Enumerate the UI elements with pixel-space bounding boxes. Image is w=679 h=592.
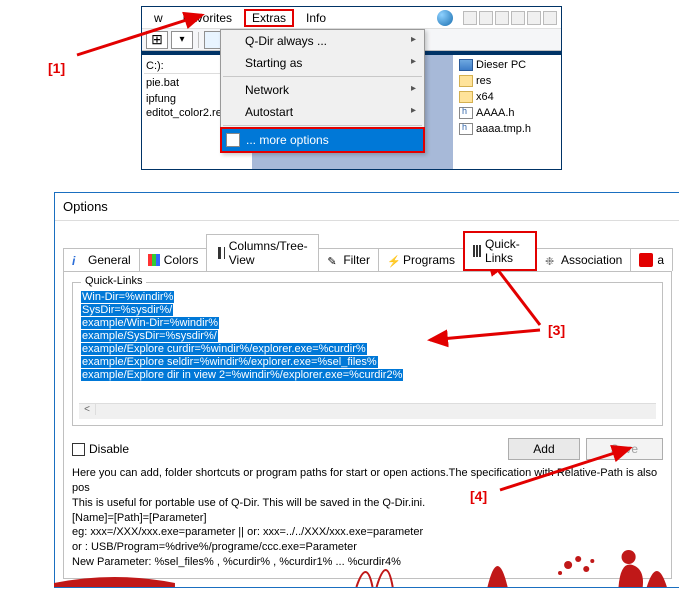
group-legend: Quick-Links <box>81 275 146 287</box>
ql-line[interactable]: Win-Dir=%windir% <box>81 291 174 303</box>
menuitem-more-options[interactable]: ... more options <box>220 127 425 153</box>
ql-line[interactable]: example/Win-Dir=%windir% <box>81 317 219 329</box>
qdir-main-window: w Favorites Extras Info ▾ Q-Dir always .… <box>141 6 562 170</box>
list-item[interactable]: AAAA.h <box>457 105 561 121</box>
ql-line[interactable]: example/SysDir=%sysdir%/ <box>81 330 218 342</box>
programs-icon <box>387 254 399 266</box>
toolbar-icon[interactable] <box>463 11 477 25</box>
columns-icon <box>215 247 224 259</box>
association-icon <box>545 254 557 266</box>
layout-grid-button[interactable] <box>146 31 168 49</box>
options-tabbar: General Colors Columns/Tree-View Filter … <box>63 231 672 271</box>
disable-checkbox[interactable]: Disable <box>72 442 129 456</box>
buttons-row: Disable Add Save <box>72 434 663 464</box>
toolbar-icon[interactable] <box>543 11 557 25</box>
menu-favorites[interactable]: Favorites <box>175 9 240 27</box>
folder-icon <box>459 91 473 103</box>
hfile-icon <box>459 107 473 119</box>
annotation-flag-1: [1] <box>48 60 65 76</box>
toolbar-icon[interactable] <box>495 11 509 25</box>
tab-association[interactable]: Association <box>536 248 631 271</box>
tab-extra[interactable]: a <box>630 248 673 271</box>
menu-info[interactable]: Info <box>298 9 334 27</box>
ql-line[interactable]: SysDir=%sysdir%/ <box>81 304 173 316</box>
menu-separator <box>223 76 422 77</box>
horizontal-scrollbar[interactable] <box>79 403 656 419</box>
annotation-flag-3: [3] <box>548 322 565 338</box>
save-button[interactable]: Save <box>586 438 663 460</box>
globe-icon[interactable] <box>437 10 453 26</box>
red-icon <box>639 253 653 267</box>
menuitem-autostart[interactable]: Autostart <box>221 101 424 123</box>
disable-label: Disable <box>89 442 129 456</box>
tab-general[interactable]: General <box>63 248 140 271</box>
checkbox-icon[interactable] <box>72 443 85 456</box>
toolbar-button[interactable]: ▾ <box>171 31 193 49</box>
menuitem-starting-as[interactable]: Starting as <box>221 52 424 74</box>
folder-icon <box>459 75 473 87</box>
tab-content: Quick-Links Win-Dir=%windir% SysDir=%sys… <box>63 271 672 579</box>
toolbar-icon[interactable] <box>511 11 525 25</box>
separator <box>198 32 199 48</box>
options-titlebar: Options <box>55 193 679 221</box>
list-item[interactable]: Dieser PC <box>457 57 561 73</box>
filter-icon <box>327 254 339 266</box>
menubar: w Favorites Extras Info <box>142 7 561 29</box>
list-item[interactable]: res <box>457 73 561 89</box>
colors-icon <box>148 254 160 266</box>
options-icon <box>226 133 240 147</box>
annotation-flag-4: [4] <box>470 488 487 504</box>
help-line: Here you can add, folder shortcuts or pr… <box>72 466 663 496</box>
tab-filter[interactable]: Filter <box>318 248 379 271</box>
menuitem-network[interactable]: Network <box>221 79 424 101</box>
list-item[interactable]: x64 <box>457 89 561 105</box>
tab-colors[interactable]: Colors <box>139 248 208 271</box>
quick-links-textbox[interactable]: Win-Dir=%windir% SysDir=%sysdir%/ exampl… <box>79 289 656 399</box>
menu-separator <box>223 125 422 126</box>
right-pane[interactable]: Dieser PC res x64 AAAA.h aaaa.tmp.h <box>453 55 561 169</box>
tab-columns[interactable]: Columns/Tree-View <box>206 234 319 271</box>
info-icon <box>72 254 84 266</box>
menu-extras[interactable]: Extras <box>244 9 294 27</box>
extras-dropdown: Q-Dir always ... Starting as Network Aut… <box>220 29 425 153</box>
tab-quick-links[interactable]: Quick-Links <box>463 231 537 271</box>
add-button[interactable]: Add <box>508 438 579 460</box>
help-line: eg: xxx=/XXX/xxx.exe=parameter || or: xx… <box>72 525 663 540</box>
quick-links-group: Quick-Links Win-Dir=%windir% SysDir=%sys… <box>72 282 663 426</box>
tab-programs[interactable]: Programs <box>378 248 464 271</box>
menuitem-qdir-always[interactable]: Q-Dir always ... <box>221 30 424 52</box>
hfile-icon <box>459 123 473 135</box>
list-item[interactable]: aaaa.tmp.h <box>457 121 561 137</box>
help-line: This is useful for portable use of Q-Dir… <box>72 496 663 511</box>
menu-truncated[interactable]: w <box>146 9 171 27</box>
ql-line[interactable]: example/Explore dir in view 2=%windir%/e… <box>81 369 403 381</box>
toolbar-icon[interactable] <box>527 11 541 25</box>
toolbar-small-icons <box>463 11 557 25</box>
decorative-footer <box>54 547 679 587</box>
ql-line[interactable]: example/Explore seldir=%windir%/explorer… <box>81 356 378 368</box>
ql-line[interactable]: example/Explore curdir=%windir%/explorer… <box>81 343 367 355</box>
options-window: Options General Colors Columns/Tree-View… <box>54 192 679 588</box>
pc-icon <box>459 59 473 71</box>
quicklinks-icon <box>473 245 481 257</box>
help-line: [Name]=[Path]=[Parameter] <box>72 511 663 526</box>
toolbar-icon[interactable] <box>479 11 493 25</box>
